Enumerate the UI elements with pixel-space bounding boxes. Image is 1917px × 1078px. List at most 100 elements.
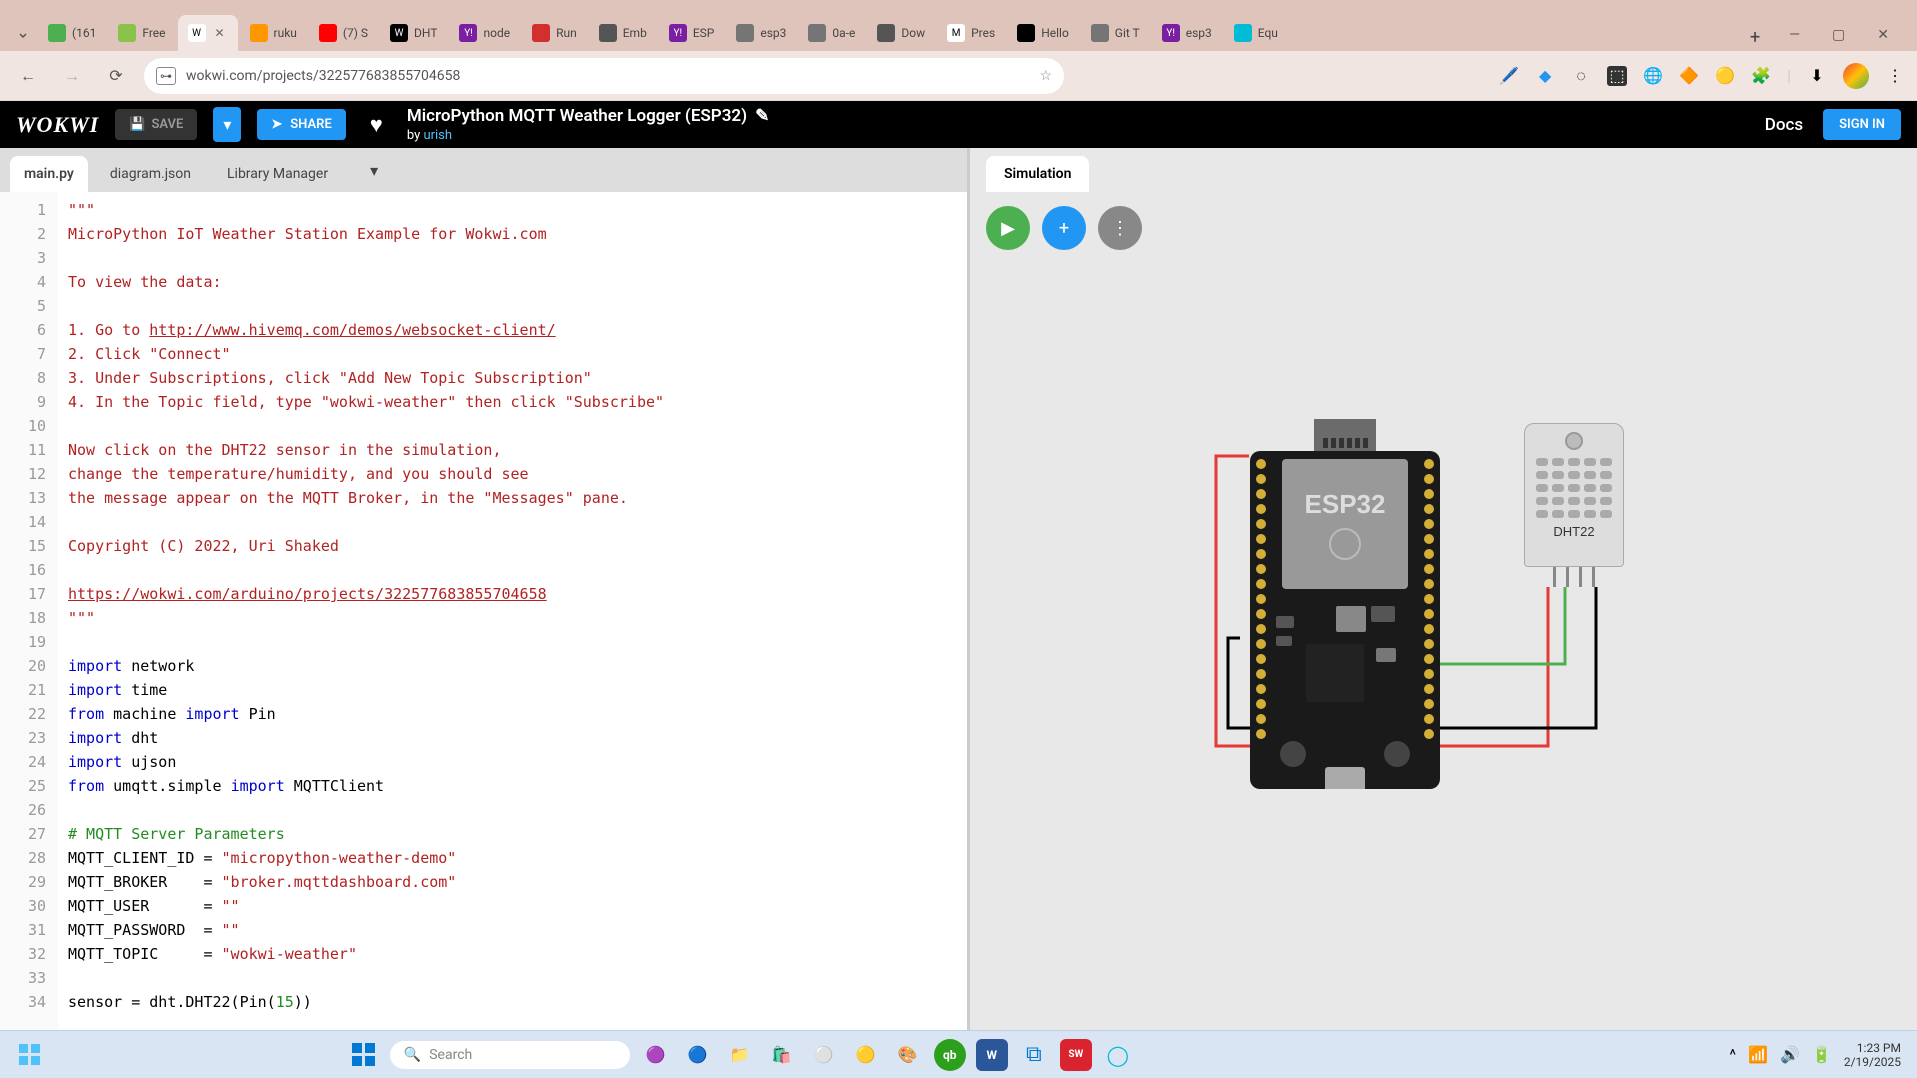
esp32-chip-label: ESP32 [1305, 489, 1386, 520]
esp32-board[interactable]: ESP32 [1250, 419, 1440, 789]
esp32-en-button[interactable] [1280, 741, 1306, 767]
ext-icon-3[interactable]: ◌ [1571, 66, 1591, 86]
ext-icon-1[interactable]: 🖊️ [1499, 66, 1519, 86]
tab-title: Free [142, 26, 165, 40]
browser-tab-strip: (161 Free W✕ruku(7) SWDHTY!node Run Emb Y!ESP… [0, 0, 1917, 51]
tab-title: esp3 [760, 26, 786, 40]
app-icon-1[interactable]: 🎨 [892, 1039, 924, 1071]
project-title: MicroPython MQTT Weather Logger (ESP32) … [407, 106, 770, 126]
nav-forward[interactable]: → [56, 60, 88, 92]
ext-icon-7[interactable]: 🟡 [1715, 66, 1735, 86]
chrome-icon[interactable]: 🟡 [850, 1039, 882, 1071]
address-bar[interactable]: ⊶ wokwi.com/projects/322577683855704658 … [144, 58, 1064, 94]
tab-menu-icon[interactable]: ▾ [362, 153, 386, 188]
tab-search-icon[interactable] [8, 21, 38, 51]
signin-button[interactable]: SIGN IN [1823, 109, 1901, 140]
browser-tab[interactable]: MPres [937, 15, 1005, 51]
taskbar-clock[interactable]: 1:23 PM 2/19/2025 [1844, 1041, 1901, 1069]
favorite-button[interactable]: ♥ [362, 112, 391, 138]
browser-tab[interactable]: Y!ESP [659, 15, 725, 51]
share-button[interactable]: ➤ SHARE [257, 109, 345, 140]
dht22-sensor[interactable]: DHT22 [1524, 423, 1624, 587]
ext-icon-2[interactable]: ◆ [1535, 66, 1555, 86]
tab-title: DHT [414, 26, 437, 40]
browser-tab[interactable]: (161 [38, 15, 106, 51]
espressif-logo-icon [1329, 528, 1361, 560]
code-editor[interactable]: 1234567891011121314151617181920212223242… [0, 192, 967, 1030]
quickbooks-icon[interactable]: qb [934, 1039, 966, 1071]
simulation-tab[interactable]: Simulation [986, 156, 1089, 192]
start-button[interactable] [348, 1039, 380, 1071]
ext-icon-6[interactable]: 🔶 [1679, 66, 1699, 86]
edit-title-icon[interactable]: ✎ [755, 106, 769, 126]
profile-avatar[interactable] [1843, 63, 1869, 89]
tab-title: Run [556, 26, 577, 40]
new-tab-button[interactable]: + [1741, 23, 1769, 51]
browser-tab[interactable]: Y!esp3 [1152, 15, 1222, 51]
taskbar-search[interactable]: 🔍 Search [390, 1041, 630, 1069]
browser-tab[interactable]: Equ [1224, 15, 1288, 51]
browser-menu-icon[interactable]: ⋮ [1885, 66, 1905, 86]
browser-tab[interactable]: W✕ [178, 15, 238, 51]
widgets-button[interactable] [16, 1041, 44, 1069]
nav-back[interactable]: ← [12, 60, 44, 92]
vscode-icon[interactable]: ⧉ [1018, 1039, 1050, 1071]
editor-tab-diagram-json[interactable]: diagram.json [96, 156, 205, 192]
tab-favicon: Y! [459, 24, 477, 42]
browser-tab[interactable]: Hello [1007, 15, 1079, 51]
browser-tab[interactable]: WDHT [380, 15, 447, 51]
tab-title: Hello [1041, 26, 1069, 40]
sim-menu-button[interactable]: ⋮ [1098, 206, 1142, 250]
app-icon-2[interactable]: ◯ [1102, 1039, 1134, 1071]
wifi-icon[interactable]: 📶 [1748, 1045, 1768, 1064]
bookmark-star-icon[interactable]: ☆ [1039, 68, 1052, 84]
browser-tab[interactable]: 0a-e [798, 15, 865, 51]
battery-icon[interactable]: 🔋 [1812, 1045, 1832, 1064]
simulation-canvas[interactable]: ESP32 [970, 264, 1917, 1030]
tab-title: Git T [1115, 26, 1140, 40]
tab-title: Dow [901, 26, 925, 40]
author-link[interactable]: urish [423, 128, 452, 143]
browser-tab[interactable]: Free [108, 15, 175, 51]
browser-tab[interactable]: Y!node [449, 15, 520, 51]
browser-tab[interactable]: (7) S [309, 15, 378, 51]
dell-icon[interactable]: ⚪ [808, 1039, 840, 1071]
ext-icon-4[interactable]: ⬚ [1607, 66, 1627, 86]
browser-tab[interactable]: Dow [867, 15, 935, 51]
editor-tab-main-py[interactable]: main.py [10, 156, 88, 192]
browser-tab[interactable]: esp3 [726, 15, 796, 51]
volume-icon[interactable]: 🔊 [1780, 1045, 1800, 1064]
tab-title: 0a-e [832, 26, 855, 40]
tab-favicon [1091, 24, 1109, 42]
browser-tab[interactable]: Git T [1081, 15, 1150, 51]
docs-link[interactable]: Docs [1765, 115, 1803, 135]
tab-close-icon[interactable]: ✕ [212, 25, 228, 41]
editor-tab-Library-Manager[interactable]: Library Manager [213, 156, 342, 192]
browser-tab[interactable]: Run [522, 15, 587, 51]
nav-reload[interactable]: ⟳ [100, 60, 132, 92]
play-button[interactable]: ▶ [986, 206, 1030, 250]
edge-icon[interactable]: 🔵 [682, 1039, 714, 1071]
window-minimize[interactable]: — [1777, 19, 1812, 51]
store-icon[interactable]: 🛍️ [766, 1039, 798, 1071]
downloads-icon[interactable]: ⬇ [1807, 66, 1827, 86]
solidworks-icon[interactable]: SW [1060, 1039, 1092, 1071]
site-info-icon[interactable]: ⊶ [156, 67, 176, 85]
extensions-icon[interactable]: 🧩 [1751, 66, 1771, 86]
browser-tab[interactable]: Emb [589, 15, 657, 51]
browser-tab[interactable]: ruku [240, 15, 307, 51]
save-button[interactable]: 💾 SAVE [115, 109, 197, 140]
tray-chevron-icon[interactable]: ^ [1729, 1045, 1736, 1064]
code-content[interactable]: """MicroPython IoT Weather Station Examp… [58, 192, 967, 1030]
ext-icon-5[interactable]: 🌐 [1643, 66, 1663, 86]
window-close[interactable]: ✕ [1865, 19, 1901, 51]
add-component-button[interactable]: + [1042, 206, 1086, 250]
explorer-icon[interactable]: 📁 [724, 1039, 756, 1071]
save-dropdown[interactable]: ▾ [213, 107, 241, 142]
wokwi-logo[interactable]: WOKWI [16, 112, 99, 138]
window-maximize[interactable]: ▢ [1820, 19, 1857, 51]
copilot-icon[interactable]: 🟣 [640, 1039, 672, 1071]
tab-title: Emb [623, 26, 647, 40]
esp32-boot-button[interactable] [1384, 741, 1410, 767]
word-icon[interactable]: W [976, 1039, 1008, 1071]
